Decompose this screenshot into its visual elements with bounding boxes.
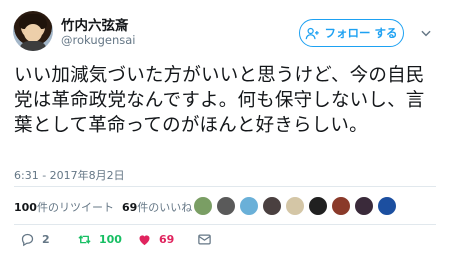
- retweet-icon: [78, 234, 91, 245]
- direct-message-button[interactable]: [197, 232, 212, 247]
- user-avatar[interactable]: [13, 11, 53, 51]
- tweet-timestamp[interactable]: 6:31 - 2017年8月2日: [14, 167, 125, 183]
- liker-avatar[interactable]: [331, 196, 351, 216]
- follow-button[interactable]: フォロー する: [299, 19, 404, 47]
- avatar-face: [24, 24, 42, 42]
- likes-stat-label: 件のいいね: [137, 201, 193, 214]
- like-count: 69: [159, 233, 175, 246]
- likes-stat-count: 69: [121, 201, 138, 214]
- liker-avatar[interactable]: [354, 196, 374, 216]
- add-user-icon: [306, 27, 320, 39]
- tweet-text: いい加減気づいた方がいいと思うけど、今の自民党は革命政党なんですよ。何も保守しな…: [14, 65, 425, 136]
- envelope-icon: [198, 234, 211, 245]
- tweet-stats: 100件のリツイート 69件のいいね: [14, 199, 192, 215]
- liker-avatar[interactable]: [285, 196, 305, 216]
- liker-avatar[interactable]: [262, 196, 282, 216]
- reply-button[interactable]: 2: [20, 232, 50, 247]
- liker-avatar[interactable]: [377, 196, 397, 216]
- retweets-stat-label: 件のリツイート: [36, 201, 114, 214]
- reply-icon: [21, 233, 34, 247]
- avatar-shirt: [19, 41, 47, 51]
- divider-bottom: [14, 224, 436, 225]
- liker-avatars: [193, 196, 397, 216]
- user-handle[interactable]: @rokugensai: [61, 33, 136, 47]
- chevron-down-icon[interactable]: [419, 26, 433, 40]
- like-button[interactable]: 69: [137, 232, 174, 247]
- retweet-button[interactable]: 100: [77, 232, 122, 247]
- retweet-count: 100: [99, 233, 122, 246]
- retweets-stat[interactable]: 100件のリツイート: [14, 199, 114, 215]
- divider-top: [14, 186, 436, 187]
- liker-avatar[interactable]: [193, 196, 213, 216]
- likes-stat[interactable]: 69件のいいね: [122, 199, 192, 215]
- heart-icon: [139, 235, 150, 246]
- liker-avatar[interactable]: [239, 196, 259, 216]
- reply-count: 2: [42, 233, 50, 246]
- tweet-actions: 2 100 69: [0, 232, 450, 252]
- liker-avatar[interactable]: [216, 196, 236, 216]
- user-display-name[interactable]: 竹内六弦斎: [61, 14, 129, 34]
- liker-avatar[interactable]: [308, 196, 328, 216]
- follow-button-label: フォロー する: [324, 26, 398, 40]
- retweets-stat-count: 100: [14, 201, 37, 214]
